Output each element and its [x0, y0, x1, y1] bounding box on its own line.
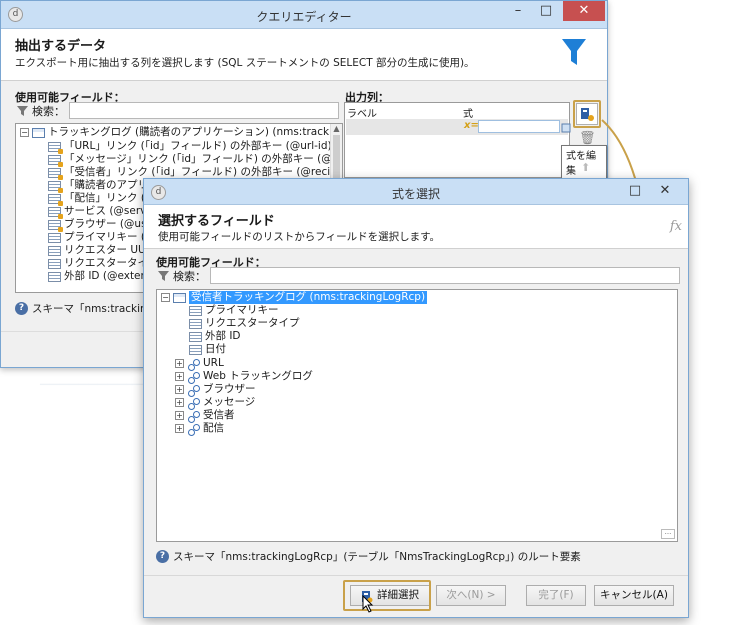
field-icon: [189, 318, 202, 329]
close-icon[interactable]: ✕: [563, 1, 605, 21]
link-icon: [187, 371, 200, 384]
expand-icon[interactable]: +: [175, 372, 184, 381]
dialog-title: 式を選択: [391, 187, 440, 201]
foreign-key-icon: [48, 154, 63, 167]
query-editor-titlebar: d クエリエディター – □ ✕: [1, 1, 607, 29]
tree-item[interactable]: − トラッキングログ (購読者のアプリケーション) (nms:trackingL…: [20, 126, 342, 139]
dialog-search-row: 検索：: [158, 267, 680, 284]
move-up-icon[interactable]: ⬆: [581, 161, 590, 174]
expression-input[interactable]: [478, 120, 560, 133]
tree-item[interactable]: 外部 ID (@exter: [48, 270, 145, 283]
tree-item[interactable]: + Web トラッキングログ: [175, 370, 313, 384]
info-icon: ?: [156, 550, 169, 563]
tree-item[interactable]: + メッセージ: [175, 396, 255, 410]
foreign-key-icon: [48, 193, 63, 206]
dialog-schema-info: ? スキーマ「nms:trackingLogRcp」(テーブル「NmsTrack…: [156, 549, 581, 564]
link-icon: [187, 384, 200, 397]
dialog-heading: 選択するフィールド: [158, 214, 275, 229]
expand-icon[interactable]: +: [175, 424, 184, 433]
collapse-icon[interactable]: −: [20, 128, 29, 137]
maximize-icon[interactable]: □: [622, 181, 648, 201]
query-editor-header: 抽出するデータ エクスポート用に抽出する列を選択します (SQL ステートメント…: [1, 29, 607, 81]
field-icon: [189, 331, 202, 342]
page-description: エクスポート用に抽出する列を選択します (SQL ステートメントの SELECT…: [15, 57, 475, 69]
search-row: 検索：: [17, 102, 339, 119]
dialog-header: 選択するフィールド 使用可能フィールドのリストからフィールドを選択します。 fx: [144, 205, 688, 249]
footer-divider: [144, 575, 688, 576]
more-icon[interactable]: ···: [661, 529, 675, 539]
finish-button[interactable]: 完了(F): [526, 585, 586, 606]
foreign-key-icon: [48, 180, 63, 193]
tree-item[interactable]: ブラウザー (@user: [48, 218, 157, 232]
tree-item[interactable]: 外部 ID: [189, 330, 241, 343]
tree-item[interactable]: − 受信者トラッキングログ (nms:trackingLogRcp): [161, 291, 428, 304]
highlight-frame: [343, 580, 431, 611]
search-label: 検索：: [32, 104, 65, 118]
link-icon: [187, 410, 200, 423]
fx-icon: fx: [669, 219, 682, 234]
foreign-key-icon: [48, 167, 63, 180]
cancel-button[interactable]: キャンセル(A): [594, 585, 674, 606]
search-label: 検索：: [173, 269, 206, 283]
dialog-search-input[interactable]: [210, 267, 680, 284]
dialog-fields-tree[interactable]: − 受信者トラッキングログ (nms:trackingLogRcp) プライマリ…: [156, 289, 678, 542]
column-header-label: ラベル: [347, 109, 377, 120]
foreign-key-icon: [48, 219, 63, 232]
foreign-key-icon: [48, 141, 63, 154]
field-icon: [48, 258, 61, 269]
tree-item[interactable]: + 配信: [175, 422, 224, 436]
filter-icon[interactable]: [17, 105, 28, 116]
tree-item[interactable]: 「URL」リンク (「id」フィールド) の外部キー (@url-id): [48, 140, 332, 154]
expression-prefix: x=: [464, 120, 479, 131]
output-columns-grid[interactable]: ラベル 式 x=: [344, 102, 570, 178]
tree-item[interactable]: + 受信者: [175, 409, 235, 423]
search-input[interactable]: [69, 102, 339, 119]
minimize-icon[interactable]: –: [505, 1, 531, 21]
field-icon: [189, 344, 202, 355]
collapse-icon[interactable]: −: [161, 293, 170, 302]
cursor-icon: [362, 595, 374, 613]
maximize-icon[interactable]: □: [533, 1, 559, 21]
tree-item[interactable]: 日付: [189, 343, 226, 356]
table-icon: [32, 127, 45, 138]
column-header-expression: 式: [463, 109, 473, 120]
field-icon: [189, 305, 202, 316]
expand-icon[interactable]: +: [175, 359, 184, 368]
expand-icon[interactable]: +: [175, 398, 184, 407]
mini-icon: [561, 123, 571, 136]
select-expression-dialog: d 式を選択 □ ✕ 選択するフィールド 使用可能フィールドのリストからフィール…: [143, 178, 689, 618]
page-title: 抽出するデータ: [15, 39, 107, 54]
next-button[interactable]: 次へ(N) >: [436, 585, 506, 606]
foreign-key-icon: [48, 206, 63, 219]
link-icon: [187, 358, 200, 371]
tree-item[interactable]: 「メッセージ」リンク (「id」フィールド) の外部キー (@broadLog-…: [48, 153, 342, 167]
expand-icon[interactable]: +: [175, 411, 184, 420]
table-icon: [173, 292, 186, 303]
expand-icon[interactable]: +: [175, 385, 184, 394]
dialog-titlebar: d 式を選択 □ ✕: [144, 179, 688, 205]
field-icon: [48, 232, 61, 243]
tree-item[interactable]: リクエスタータイプ: [189, 317, 300, 330]
info-icon: ?: [15, 302, 28, 315]
link-icon: [187, 423, 200, 436]
field-icon: [48, 271, 61, 282]
tree-item[interactable]: + ブラウザー: [175, 383, 256, 397]
close-icon[interactable]: ✕: [652, 181, 678, 201]
dialog-description: 使用可能フィールドのリストからフィールドを選択します。: [158, 231, 441, 243]
selected-item-label: 受信者トラッキングログ (nms:trackingLogRcp): [189, 291, 428, 304]
field-icon: [48, 245, 61, 256]
tree-item[interactable]: プライマリキー: [189, 304, 279, 317]
link-icon: [187, 397, 200, 410]
tree-item[interactable]: + URL: [175, 357, 224, 371]
filter-icon[interactable]: [158, 270, 169, 281]
output-row[interactable]: x=: [346, 119, 568, 135]
funnel-icon: [562, 39, 586, 65]
